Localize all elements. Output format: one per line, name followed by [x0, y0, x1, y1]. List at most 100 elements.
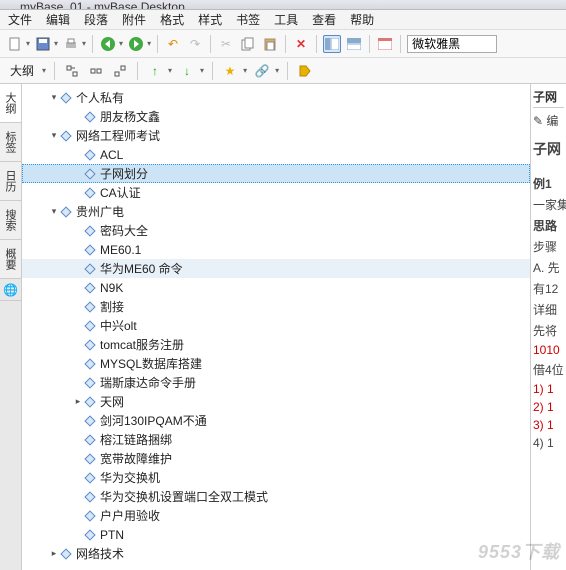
sidetab-tags[interactable]: 标签: [0, 123, 21, 162]
tree-node[interactable]: ▸网络技术: [22, 544, 530, 563]
node-diamond-icon: [84, 453, 96, 465]
dropdown-icon[interactable]: ▾: [42, 66, 46, 75]
tree-node[interactable]: 朋友杨文鑫: [22, 107, 530, 126]
menu-help[interactable]: 帮助: [350, 11, 374, 28]
layout1-icon[interactable]: [323, 35, 341, 53]
layout3-icon[interactable]: [376, 35, 394, 53]
menu-style[interactable]: 样式: [198, 11, 222, 28]
tree-node[interactable]: 华为交换机: [22, 468, 530, 487]
paste-icon[interactable]: [261, 35, 279, 53]
dropdown-icon[interactable]: ▾: [200, 66, 204, 75]
tree-node[interactable]: 密码大全: [22, 221, 530, 240]
content-line: 3) 1: [533, 418, 564, 432]
tree-node[interactable]: ▾网络工程师考试: [22, 126, 530, 145]
tree-node[interactable]: 榕江链路捆绑: [22, 430, 530, 449]
watermark: 9553下载: [478, 538, 560, 564]
dropdown-icon[interactable]: ▾: [147, 39, 151, 48]
tree-node[interactable]: 宽带故障维护: [22, 449, 530, 468]
outline-tree[interactable]: ▾个人私有朋友杨文鑫▾网络工程师考试ACL子网划分CA认证▾贵州广电密码大全ME…: [22, 84, 530, 570]
node-diamond-icon: [84, 168, 96, 180]
save-icon[interactable]: [34, 35, 52, 53]
tree-label: 中兴olt: [100, 317, 137, 334]
layout2-icon[interactable]: [345, 35, 363, 53]
node-diamond-icon: [84, 415, 96, 427]
separator: [54, 62, 55, 80]
tree-node[interactable]: MYSQL数据库搭建: [22, 354, 530, 373]
star-icon[interactable]: ★: [221, 62, 239, 80]
dropdown-icon[interactable]: ▾: [275, 66, 279, 75]
tree-node[interactable]: CA认证: [22, 183, 530, 202]
menu-attachment[interactable]: 附件: [122, 11, 146, 28]
dropdown-icon[interactable]: ▾: [168, 66, 172, 75]
delete-icon[interactable]: ✕: [292, 35, 310, 53]
sidetab-search[interactable]: 搜索: [0, 201, 21, 240]
tree-node[interactable]: PTN: [22, 525, 530, 544]
dropdown-icon[interactable]: ▾: [82, 39, 86, 48]
tree-label: 华为ME60 命令: [100, 260, 183, 277]
content-line: 先将: [533, 322, 564, 339]
tree-node[interactable]: tomcat服务注册: [22, 335, 530, 354]
sidetab-summary[interactable]: 概要: [0, 240, 21, 279]
content-line: 1) 1: [533, 382, 564, 396]
expand-arrow-icon[interactable]: ▾: [48, 130, 60, 141]
tree-label: 榕江链路捆绑: [100, 431, 172, 448]
tree-label: 华为交换机设置端口全双工模式: [100, 488, 268, 505]
cut-icon[interactable]: ✂: [217, 35, 235, 53]
print-icon[interactable]: [62, 35, 80, 53]
back-icon[interactable]: [99, 35, 117, 53]
copy-icon[interactable]: [239, 35, 257, 53]
expand-arrow-icon[interactable]: ▾: [48, 206, 60, 217]
font-select[interactable]: 微软雅黑: [407, 35, 497, 53]
tree-node[interactable]: ▾贵州广电: [22, 202, 530, 221]
menu-tools[interactable]: 工具: [274, 11, 298, 28]
up-icon[interactable]: ↑: [146, 62, 164, 80]
dropdown-icon[interactable]: ▾: [54, 39, 58, 48]
tree-node[interactable]: 华为ME60 命令: [22, 259, 530, 278]
new-icon[interactable]: [6, 35, 24, 53]
tree-label: 朋友杨文鑫: [100, 108, 160, 125]
tree-node[interactable]: 子网划分: [22, 164, 530, 183]
tree-node[interactable]: ▾个人私有: [22, 88, 530, 107]
node-diamond-icon: [84, 244, 96, 256]
tree-label: PTN: [100, 528, 124, 542]
redo-icon[interactable]: ↷: [186, 35, 204, 53]
menu-bookmark[interactable]: 书签: [236, 11, 260, 28]
sidetab-outline[interactable]: 大纲: [0, 84, 21, 123]
sidetab-calendar[interactable]: 日历: [0, 162, 21, 201]
tree-node[interactable]: ▸天网: [22, 392, 530, 411]
menu-format[interactable]: 格式: [160, 11, 184, 28]
menu-file[interactable]: 文件: [8, 11, 32, 28]
forward-icon[interactable]: [127, 35, 145, 53]
edit-button[interactable]: ✎ 编: [533, 112, 564, 129]
menu-paragraph[interactable]: 段落: [84, 11, 108, 28]
dropdown-icon[interactable]: ▾: [243, 66, 247, 75]
down-icon[interactable]: ↓: [178, 62, 196, 80]
tree-node[interactable]: 户户用验收: [22, 506, 530, 525]
content-tab[interactable]: 子网: [533, 88, 564, 108]
link-icon[interactable]: 🔗: [253, 62, 271, 80]
tree-node[interactable]: N9K: [22, 278, 530, 297]
tree-node[interactable]: 剑河130IPQAM不通: [22, 411, 530, 430]
menu-edit[interactable]: 编辑: [46, 11, 70, 28]
tree-node[interactable]: 华为交换机设置端口全双工模式: [22, 487, 530, 506]
expand-arrow-icon[interactable]: ▾: [48, 92, 60, 103]
tree-btn1-icon[interactable]: [63, 62, 81, 80]
tree-node[interactable]: 中兴olt: [22, 316, 530, 335]
tree-node[interactable]: ME60.1: [22, 240, 530, 259]
dropdown-icon[interactable]: ▾: [26, 39, 30, 48]
separator: [287, 62, 288, 80]
dropdown-icon[interactable]: ▾: [119, 39, 123, 48]
menu-view[interactable]: 查看: [312, 11, 336, 28]
tree-node[interactable]: 瑞斯康达命令手册: [22, 373, 530, 392]
expand-arrow-icon[interactable]: ▸: [72, 396, 84, 407]
tree-btn3-icon[interactable]: [111, 62, 129, 80]
expand-arrow-icon[interactable]: ▸: [48, 548, 60, 559]
sidetab-globe-icon[interactable]: 🌐: [0, 279, 21, 301]
tree-node[interactable]: ACL: [22, 145, 530, 164]
undo-icon[interactable]: ↶: [164, 35, 182, 53]
tag-icon[interactable]: [296, 62, 314, 80]
content-line: 详细: [533, 301, 564, 318]
tree-btn2-icon[interactable]: [87, 62, 105, 80]
tree-node[interactable]: 割接: [22, 297, 530, 316]
content-line: A. 先: [533, 259, 564, 276]
